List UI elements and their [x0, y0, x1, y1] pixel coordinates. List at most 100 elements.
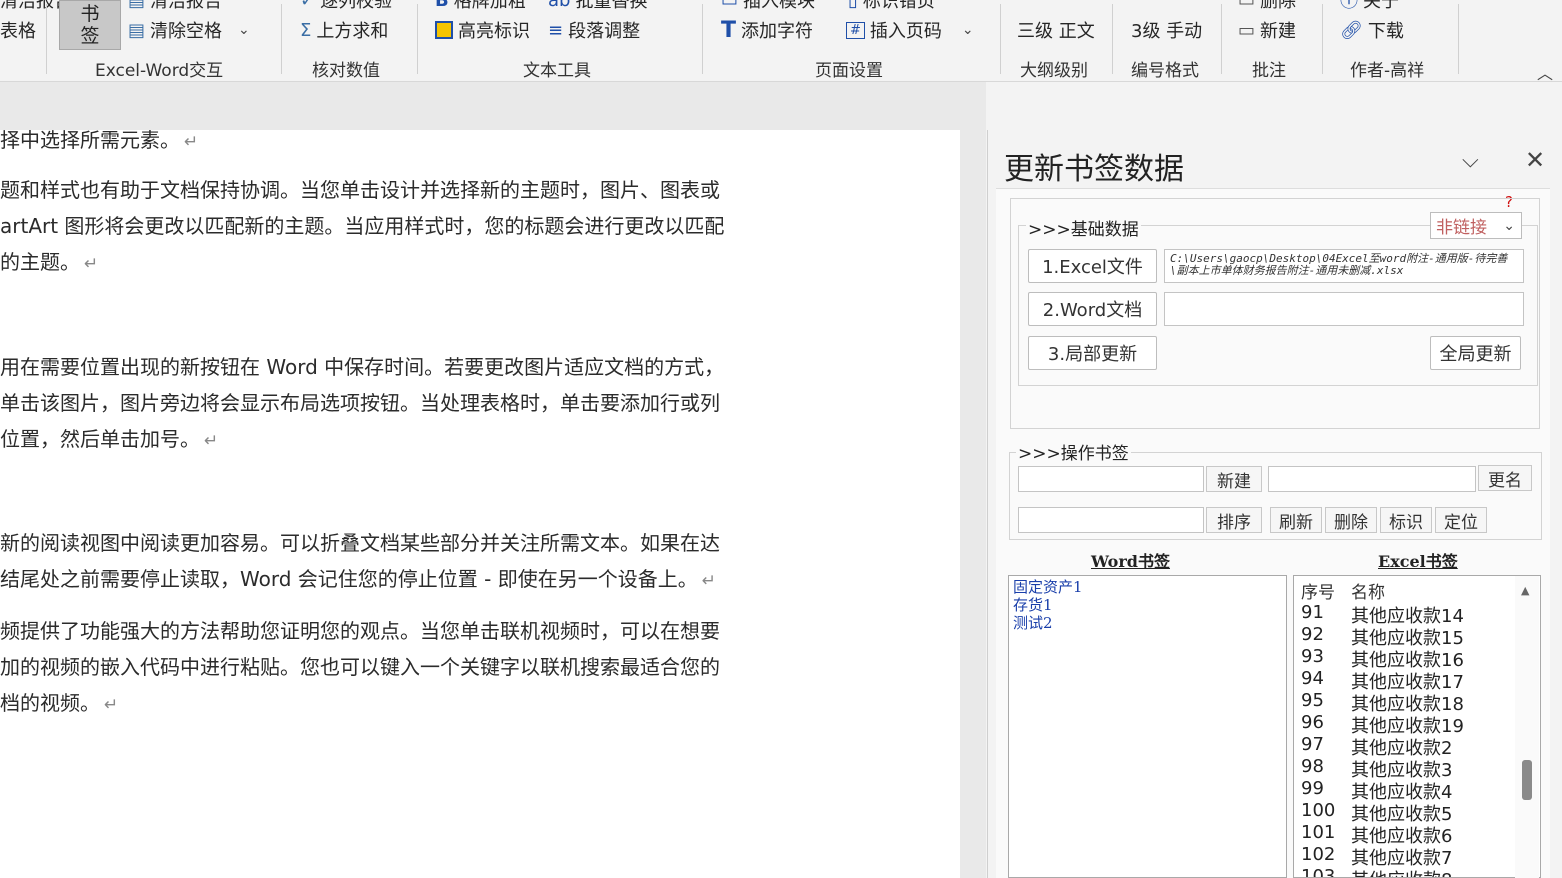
list-item[interactable]: 93 其他应收款16 [1294, 646, 1514, 671]
new-comment-button[interactable]: ▭ 新建 [1238, 17, 1296, 43]
highlight-button[interactable]: 高亮标识 [435, 17, 530, 43]
collapse-ribbon-icon[interactable]: ︿ [1537, 60, 1553, 84]
divider [702, 4, 703, 74]
delete-button[interactable]: 删除 [1325, 507, 1377, 533]
word-bookmark-list[interactable]: 固定资产1 存货1 测试2 [1008, 575, 1287, 878]
list-item[interactable]: 91 其他应收款14 [1294, 602, 1514, 627]
level3-body-button[interactable]: 三级 正文 [1017, 17, 1095, 43]
group-author: 作者-高祥 [1350, 61, 1425, 81]
list-item[interactable]: 96 其他应收款19 [1294, 712, 1514, 737]
document-line: artArt 图形将会更改以匹配新的主题。当应用样式时，您的标题会进行更改以匹配 [0, 214, 725, 238]
list-item[interactable]: 95 其他应收款18 [1294, 690, 1514, 715]
group-outline-level: 大纲级别 [1020, 61, 1088, 81]
refresh-button[interactable]: 刷新 [1270, 507, 1322, 533]
partial-update-button[interactable]: 3.局部更新 [1028, 336, 1157, 370]
insert-page-number-button[interactable]: # 插入页码 ⌄ [846, 17, 974, 43]
link-mode-select[interactable]: 非链接 ⌄ [1430, 212, 1522, 239]
batch-replace-button[interactable]: ab 批量替换 [548, 0, 647, 13]
excel-file-button[interactable]: 1.Excel文件 [1028, 249, 1157, 283]
document-page[interactable]: 择中选择所需元素。 ↵ 题和样式也有助于文档保持协调。当您单击设计并选择新的主题时… [0, 128, 960, 878]
document-line: 题和样式也有助于文档保持协调。当您单击设计并选择新的主题时，图片、图表或 [0, 178, 720, 202]
return-mark-icon: ↵ [184, 132, 199, 152]
ribbon: 清洁报告 表格 书签 ▤ 清洁报告 ▤ 清除空格 ⌄ Excel-Word交互 ✓ 逐列… [0, 0, 1562, 84]
list-item[interactable]: 94 其他应收款17 [1294, 668, 1514, 693]
divider [281, 4, 282, 74]
delete-comment-label: 删除 [1260, 0, 1297, 12]
chevron-down-icon: ⌄ [1503, 217, 1515, 234]
list-item[interactable]: 103其他应收款8 [1294, 866, 1514, 877]
rename-input[interactable] [1268, 466, 1476, 492]
list-item[interactable]: 98 其他应收款3 [1294, 756, 1514, 781]
clean-report-label: 清洁报告 [150, 0, 223, 12]
mark-error-page-label: 标识错页 [862, 0, 935, 12]
list-item[interactable]: 92 其他应收款15 [1294, 624, 1514, 649]
bold-icon: B [435, 0, 449, 11]
paragraph-adjust-button[interactable]: ≡ 段落调整 [548, 17, 640, 43]
column-check-button[interactable]: ✓ 逐列校验 [300, 0, 392, 13]
paragraph-icon: ≡ [548, 19, 564, 41]
clear-spaces-button[interactable]: ▤ 清除空格 ⌄ [128, 17, 250, 43]
header-no: 序号 [1301, 583, 1335, 603]
divider [1221, 4, 1222, 74]
highlight-icon [435, 21, 453, 39]
excel-path-field[interactable]: C:\Users\gaocp\Desktop\04Excel至word附注-通用… [1164, 249, 1524, 283]
new-bookmark-button[interactable]: 新建 [1206, 466, 1262, 492]
excel-bookmark-list[interactable]: 序号 名称 91 其他应收款14 92 其他应收款15 93 其他应收款16 94 其他… [1293, 575, 1541, 878]
list-item[interactable]: 102 其他应收款7 [1294, 844, 1514, 869]
highlight-label: 高亮标识 [458, 21, 530, 42]
check-icon: ✓ [300, 0, 316, 11]
list-item[interactable]: 97 其他应收款2 [1294, 734, 1514, 759]
chevron-down-icon[interactable]: ⌵ [1462, 148, 1479, 173]
insert-module-label: 插入模块 [743, 0, 816, 12]
page-icon: ▯ [848, 0, 858, 11]
bold-button[interactable]: B 格牌加粗 [435, 0, 526, 13]
list-item[interactable]: 固定资产1 [1013, 578, 1282, 596]
mark-error-page-button[interactable]: ▯ 标识错页 [848, 0, 935, 13]
locate-button[interactable]: 定位 [1435, 507, 1487, 533]
filter-input[interactable] [1018, 507, 1204, 533]
scroll-up-icon[interactable]: ▲ [1521, 584, 1529, 597]
group-check-values: 核对数值 [312, 61, 380, 81]
add-char-button[interactable]: T 添加字符 [721, 17, 813, 43]
scrollbar-thumb[interactable] [1522, 760, 1532, 800]
list-item[interactable]: 测试2 [1013, 614, 1282, 632]
group-text-tools: 文本工具 [523, 61, 591, 81]
about-button[interactable]: ⓘ 关于 [1340, 0, 1399, 13]
divider [417, 4, 418, 74]
document-line: 用在需要位置出现的新按钮在 Word 中保存时间。若要更改图片适应文档的方式， [0, 355, 725, 379]
excel-list-title: Excel书签 [1378, 552, 1458, 571]
sum-above-button[interactable]: Σ 上方求和 [300, 17, 388, 43]
chevron-down-icon[interactable]: ⌄ [238, 22, 250, 38]
basic-data-label: >>>基础数据 [1026, 215, 1141, 240]
word-doc-button[interactable]: 2.Word文档 [1028, 292, 1157, 326]
bookmark-button[interactable]: 书签 [59, 0, 121, 50]
delete-comment-button[interactable]: ▭ 删除 [1238, 0, 1296, 13]
global-update-button[interactable]: 全局更新 [1430, 336, 1521, 370]
clean-report-button[interactable]: ▤ 清洁报告 [128, 0, 222, 13]
word-path-field[interactable] [1164, 292, 1524, 326]
ops-label: >>>操作书签 [1016, 439, 1131, 464]
document-line: 的主题。 ↵ [0, 250, 99, 274]
level3-manual-button[interactable]: 3级 手动 [1131, 17, 1202, 43]
bookmark-name-input[interactable] [1018, 466, 1204, 492]
ribbon-table-button[interactable]: 表格 [0, 17, 36, 43]
chevron-down-icon[interactable]: ⌄ [962, 22, 974, 38]
clear-spaces-icon: ▤ [128, 19, 146, 41]
return-mark-icon: ↵ [204, 431, 219, 451]
mark-button[interactable]: 标识 [1380, 507, 1432, 533]
close-icon[interactable]: ✕ [1525, 146, 1545, 174]
divider [1000, 4, 1001, 74]
comment-icon: ▭ [1238, 19, 1256, 41]
list-item[interactable]: 101 其他应收款6 [1294, 822, 1514, 847]
return-mark-icon: ↵ [84, 254, 99, 274]
rename-button[interactable]: 更名 [1478, 465, 1532, 491]
list-item[interactable]: 100 其他应收款5 [1294, 800, 1514, 825]
scrollbar[interactable] [1515, 576, 1539, 878]
sort-button[interactable]: 排序 [1206, 507, 1262, 533]
list-item[interactable]: 存货1 [1013, 596, 1282, 614]
pane-title: 更新书签数据 [1004, 152, 1184, 187]
text-t-icon: T [721, 17, 737, 43]
insert-module-button[interactable]: ▭ 插入模块 [721, 0, 815, 13]
list-item[interactable]: 99 其他应收款4 [1294, 778, 1514, 803]
download-button[interactable]: 🔗︎ 下载 [1340, 17, 1404, 43]
